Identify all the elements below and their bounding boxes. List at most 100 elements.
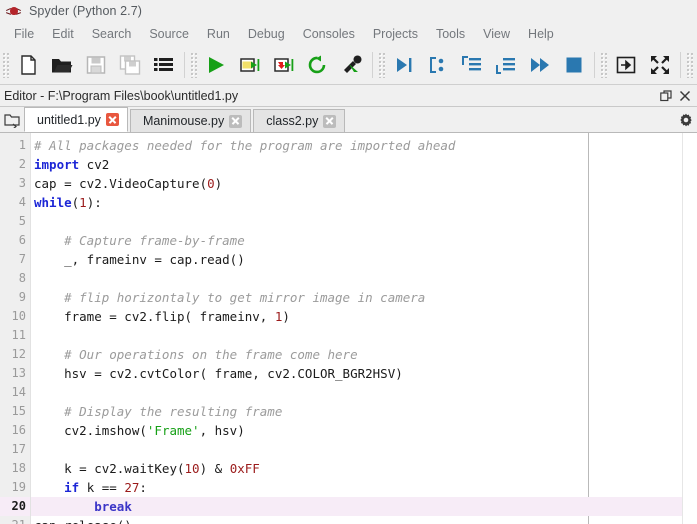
file-list-icon[interactable]: [147, 48, 181, 82]
title-bar: Spyder (Python 2.7): [0, 0, 697, 22]
toolbar-separator-2: [372, 51, 373, 78]
line-number: 17: [11, 442, 26, 456]
code-token-kw: while: [34, 195, 72, 210]
tab-bar-spacer: [347, 108, 675, 132]
line-number: 3: [18, 176, 26, 190]
code-line[interactable]: hsv = cv2.cvtColor( frame, cv2.COLOR_BGR…: [31, 364, 682, 383]
menu-projects[interactable]: Projects: [364, 25, 427, 43]
debug-stop-icon[interactable]: [557, 48, 591, 82]
code-token-num: 0: [207, 176, 215, 191]
code-line[interactable]: [31, 440, 682, 459]
code-token-plain: k = cv2.waitKey(: [34, 461, 185, 476]
debug-step-out-icon[interactable]: [489, 48, 523, 82]
code-line[interactable]: # Display the resulting frame: [31, 402, 682, 421]
code-line[interactable]: # Capture frame-by-frame: [31, 231, 682, 250]
debug-continue-icon[interactable]: [523, 48, 557, 82]
fullscreen-icon[interactable]: [643, 48, 677, 82]
line-number: 9: [18, 290, 26, 304]
tab-label: class2.py: [266, 114, 319, 128]
run-cell-icon[interactable]: [233, 48, 267, 82]
tab-close-icon[interactable]: [229, 114, 243, 128]
code-editor[interactable]: 1 2 3 4 5 6 7 8 9 10 11 12 13 14 15 16 1…: [0, 133, 697, 524]
new-file-icon[interactable]: [11, 48, 45, 82]
tab-close-icon[interactable]: [323, 114, 337, 128]
tab-untitled1[interactable]: untitled1.py: [24, 107, 128, 132]
code-line[interactable]: [31, 212, 682, 231]
code-line[interactable]: # Our operations on the frame come here: [31, 345, 682, 364]
line-number: 4: [18, 195, 26, 209]
menu-source[interactable]: Source: [140, 25, 198, 43]
maximize-pane-icon[interactable]: [609, 48, 643, 82]
menu-help[interactable]: Help: [519, 25, 563, 43]
debug-step-into-icon[interactable]: [421, 48, 455, 82]
debug-step-over-icon[interactable]: [387, 48, 421, 82]
code-line-current[interactable]: break: [31, 497, 682, 516]
editor-vertical-scrollbar[interactable]: [682, 133, 697, 524]
close-icon[interactable]: [678, 89, 691, 102]
run-cell-advance-icon[interactable]: [267, 48, 301, 82]
toolbar-handle-tools[interactable]: [686, 51, 693, 78]
save-file-icon[interactable]: [79, 48, 113, 82]
line-number: 18: [11, 461, 26, 475]
menu-bar: File Edit Search Source Run Debug Consol…: [0, 22, 697, 45]
code-line[interactable]: frame = cv2.flip( frameinv, 1): [31, 307, 682, 326]
code-line[interactable]: [31, 269, 682, 288]
gear-icon[interactable]: [675, 108, 697, 132]
code-line[interactable]: cap.release(): [31, 516, 682, 524]
code-line[interactable]: # All packages needed for the program ar…: [31, 136, 682, 155]
spyder-window: Spyder (Python 2.7) File Edit Search Sou…: [0, 0, 697, 524]
line-number: 14: [11, 385, 26, 399]
line-number: 10: [11, 309, 26, 323]
tab-manimouse[interactable]: Manimouse.py: [129, 109, 252, 132]
code-line[interactable]: cap = cv2.VideoCapture(0): [31, 174, 682, 193]
line-number: 19: [11, 480, 26, 494]
code-line[interactable]: while(1):: [31, 193, 682, 212]
code-line[interactable]: _, frameinv = cap.read(): [31, 250, 682, 269]
re-run-icon[interactable]: [301, 48, 335, 82]
menu-tools[interactable]: Tools: [427, 25, 474, 43]
code-token-num: 0xFF: [229, 461, 260, 476]
run-file-icon[interactable]: [199, 48, 233, 82]
code-token-comment: # All packages needed for the program ar…: [34, 138, 456, 153]
code-line[interactable]: # flip horizontaly to get mirror image i…: [31, 288, 682, 307]
tab-label: untitled1.py: [37, 112, 101, 127]
line-number: 6: [18, 233, 26, 247]
save-all-icon[interactable]: [113, 48, 147, 82]
menu-run[interactable]: Run: [198, 25, 239, 43]
menu-view[interactable]: View: [474, 25, 519, 43]
code-line[interactable]: import cv2: [31, 155, 682, 174]
code-token-plain: frame = cv2.flip( frameinv,: [34, 309, 275, 324]
code-lines: # All packages needed for the program ar…: [31, 136, 682, 524]
code-token-plain: hsv = cv2.cvtColor( frame, cv2.COLOR_BGR…: [34, 366, 403, 381]
code-line[interactable]: [31, 383, 682, 402]
code-line[interactable]: k = cv2.waitKey(10) & 0xFF: [31, 459, 682, 478]
line-number: 13: [11, 366, 26, 380]
pane-title-buttons: [659, 89, 697, 102]
code-text-area[interactable]: # All packages needed for the program ar…: [31, 133, 682, 524]
menu-consoles[interactable]: Consoles: [294, 25, 364, 43]
toolbar-handle-run[interactable]: [190, 51, 197, 78]
debug-step-return-icon[interactable]: [455, 48, 489, 82]
toolbar-handle-view[interactable]: [600, 51, 607, 78]
code-line[interactable]: cv2.imshow('Frame', hsv): [31, 421, 682, 440]
undock-icon[interactable]: [659, 89, 672, 102]
code-line[interactable]: [31, 326, 682, 345]
debug-file-icon[interactable]: [335, 48, 369, 82]
tab-class2[interactable]: class2.py: [253, 109, 346, 132]
tab-close-icon[interactable]: [105, 113, 119, 126]
code-token-comment: # Display the resulting frame: [34, 404, 283, 419]
line-number-gutter: 1 2 3 4 5 6 7 8 9 10 11 12 13 14 15 16 1…: [0, 133, 31, 524]
toolbar-handle-debug[interactable]: [378, 51, 385, 78]
menu-file[interactable]: File: [5, 25, 43, 43]
toolbar-handle-file[interactable]: [2, 51, 9, 78]
menu-edit[interactable]: Edit: [43, 25, 83, 43]
menu-debug[interactable]: Debug: [239, 25, 294, 43]
code-token-comment: # Our operations on the frame come here: [34, 347, 358, 362]
line-number: 7: [18, 252, 26, 266]
main-toolbar: [0, 45, 697, 85]
browse-tabs-icon[interactable]: [0, 108, 24, 132]
open-file-icon[interactable]: [45, 48, 79, 82]
menu-search[interactable]: Search: [83, 25, 141, 43]
code-line[interactable]: if k == 27:: [31, 478, 682, 497]
